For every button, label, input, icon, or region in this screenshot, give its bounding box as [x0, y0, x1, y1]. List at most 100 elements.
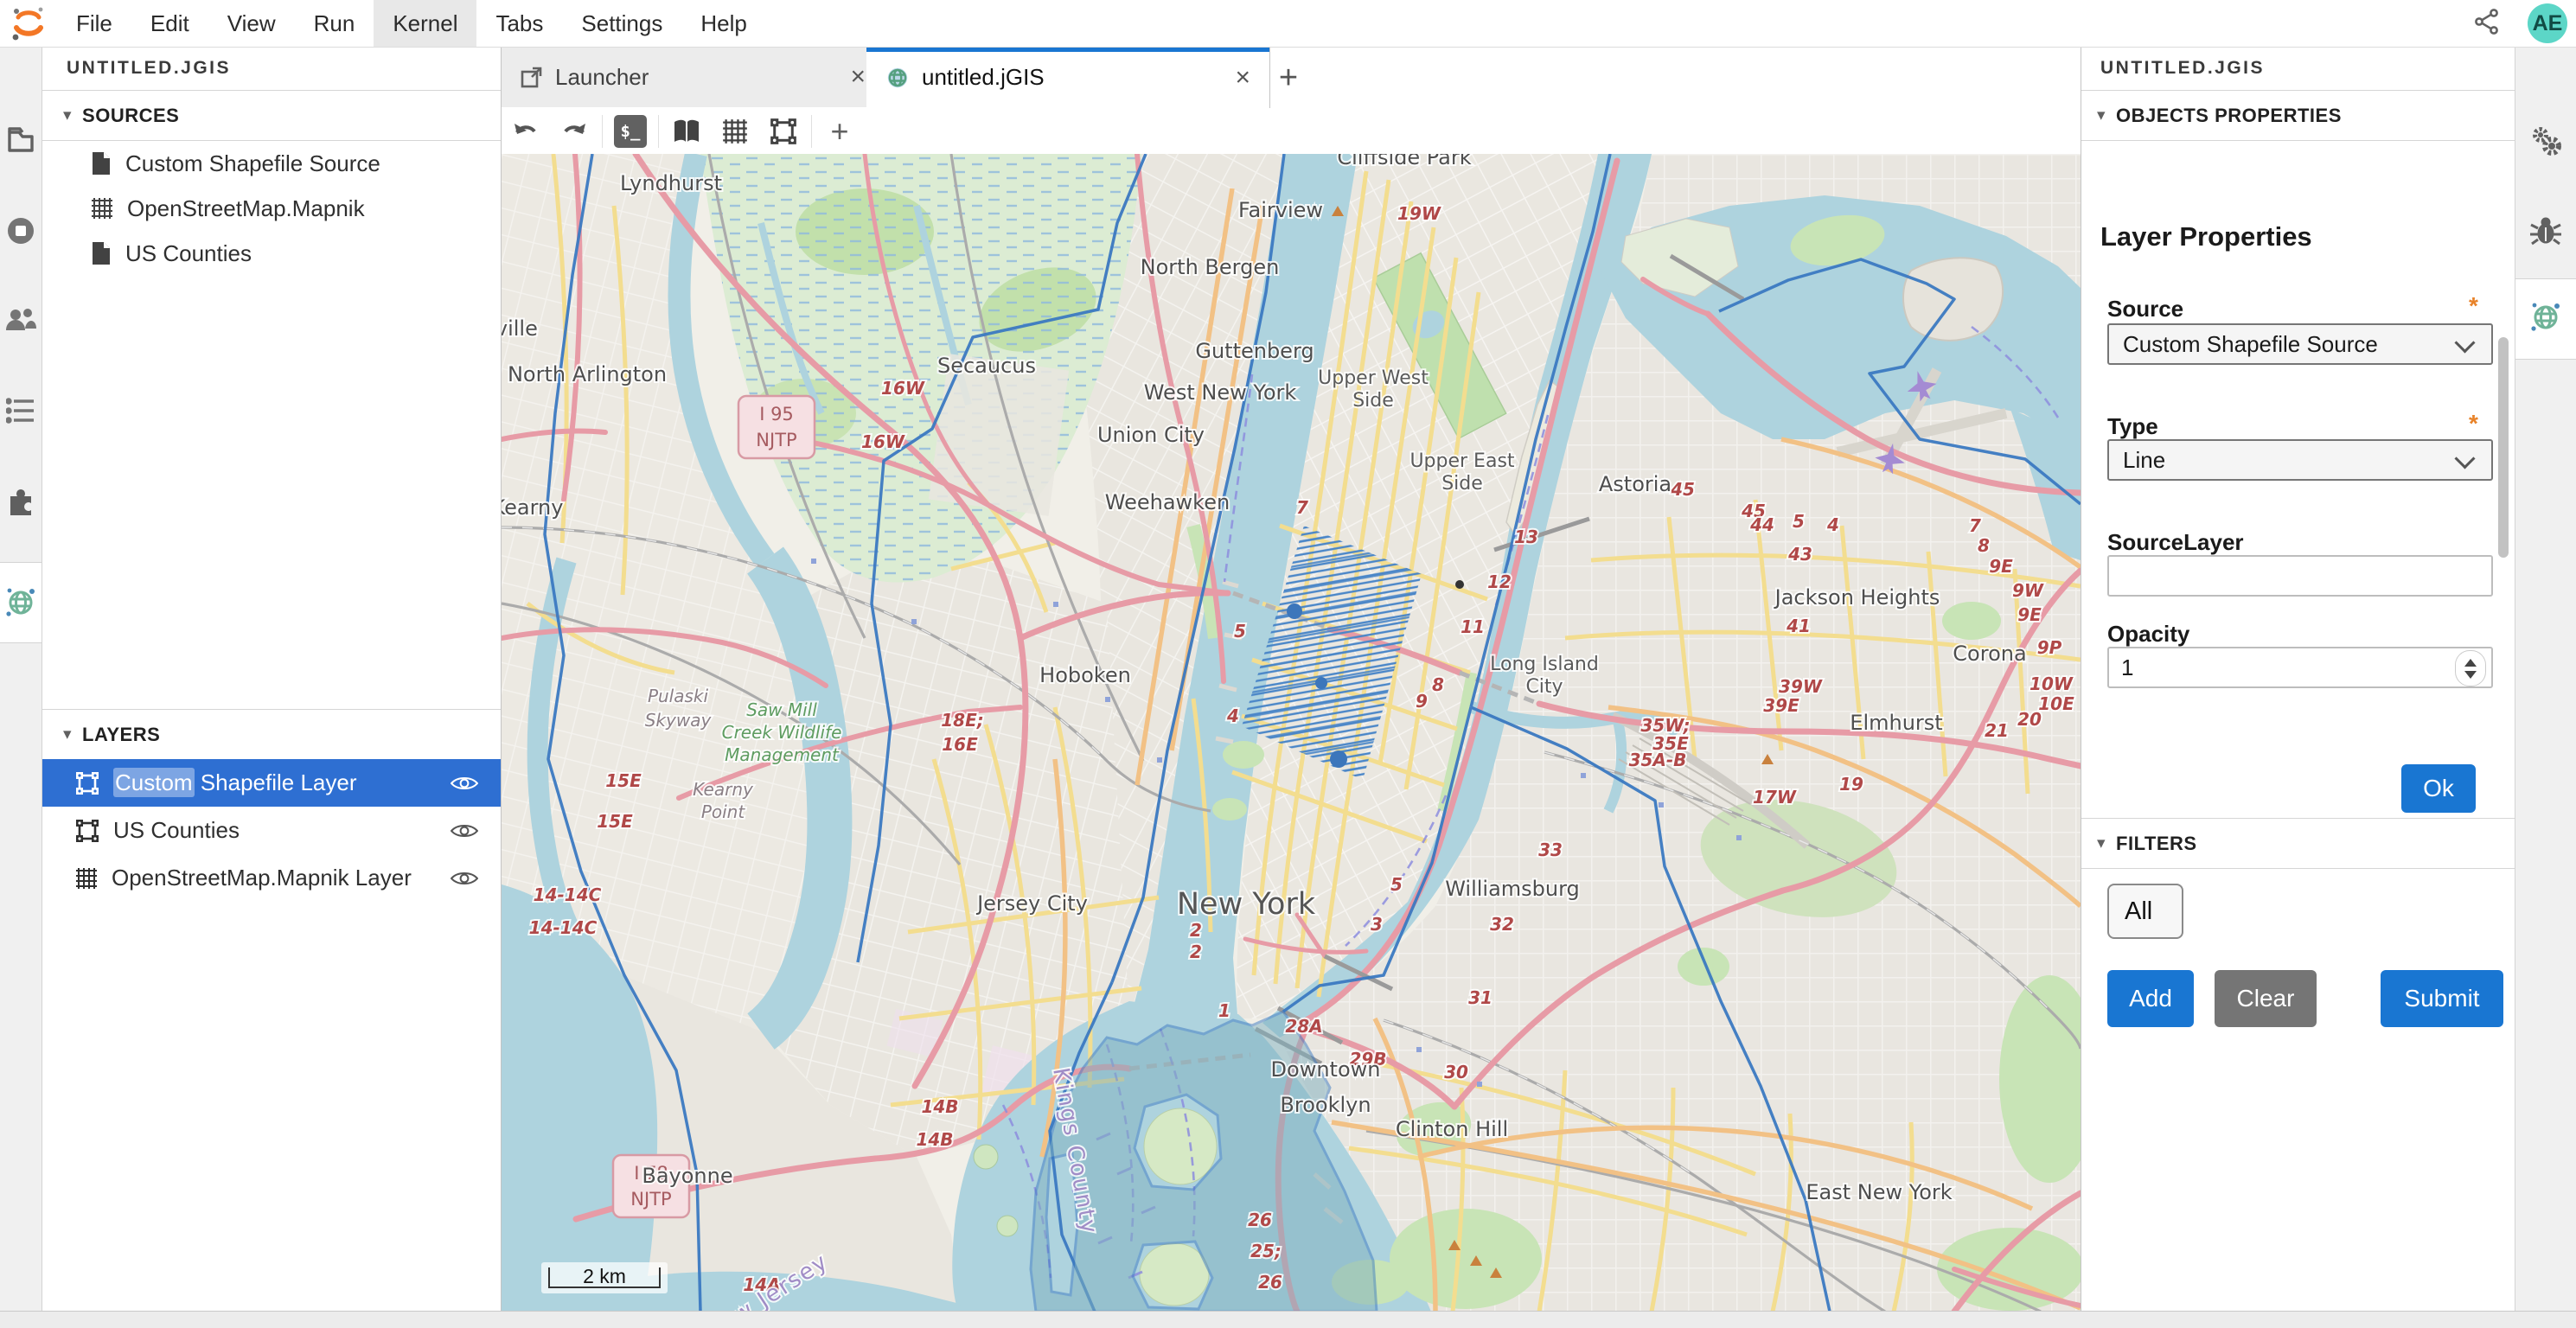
- required-asterisk: *: [2469, 292, 2478, 320]
- map-route-label: 39W: [1779, 676, 1823, 697]
- collaboration-icon[interactable]: [0, 306, 42, 334]
- map-route-label: 14B: [921, 1096, 958, 1117]
- layer-row-us-counties[interactable]: US Counties: [42, 807, 501, 854]
- add-filter-button[interactable]: Add: [2107, 970, 2194, 1027]
- objects-properties-header[interactable]: ▾ OBJECTS PROPERTIES: [2081, 91, 2515, 141]
- table-of-contents-icon[interactable]: [0, 398, 42, 424]
- map-toolbar: $_ +: [502, 108, 2081, 155]
- ok-button[interactable]: Ok: [2401, 764, 2476, 813]
- jupytergis-globe-icon[interactable]: [0, 584, 42, 619]
- stepper-up-icon[interactable]: [2464, 659, 2477, 667]
- new-tab-button[interactable]: +: [1266, 55, 1311, 100]
- menu-help[interactable]: Help: [681, 0, 765, 47]
- map-place-label: Pulaski: [648, 686, 709, 706]
- visibility-eye-icon[interactable]: [451, 822, 478, 840]
- map-place-label: North Arlington: [508, 362, 667, 386]
- map-route-label: 32: [1490, 914, 1514, 935]
- opacity-stepper[interactable]: [2455, 650, 2486, 686]
- type-select-value: Line: [2123, 447, 2165, 474]
- map-place-label: Secaucus: [937, 354, 1036, 378]
- extensions-icon[interactable]: [0, 488, 42, 519]
- visibility-eye-icon[interactable]: [451, 775, 478, 792]
- map-route-label: 31: [1468, 987, 1493, 1008]
- scale-label: 2 km: [541, 1265, 668, 1288]
- status-bar: [0, 1311, 2576, 1328]
- menu-kernel[interactable]: Kernel: [374, 0, 476, 47]
- add-toolbar-item-button[interactable]: +: [815, 112, 864, 150]
- running-sessions-icon[interactable]: [0, 215, 42, 246]
- map-route-label: 9W: [2012, 580, 2044, 601]
- map-place-label: Side: [1352, 390, 1394, 412]
- tab-label: Launcher: [555, 64, 649, 91]
- map-place-label: Saw Mill: [746, 699, 817, 720]
- menu-file[interactable]: File: [57, 0, 131, 47]
- source-item-us-counties[interactable]: US Counties: [42, 231, 501, 276]
- menu-view[interactable]: View: [208, 0, 295, 47]
- source-select[interactable]: Custom Shapefile Source: [2107, 323, 2493, 365]
- new-raster-layer-button[interactable]: [711, 112, 759, 150]
- menu-tabs[interactable]: Tabs: [476, 0, 562, 47]
- map-route-label: 35A-B: [1629, 750, 1687, 770]
- map-place-label: Kearny: [693, 779, 754, 800]
- map-place-label: Bayonne: [642, 1164, 732, 1188]
- debugger-bug-icon[interactable]: [2515, 216, 2576, 246]
- map-route-label: 3: [1371, 914, 1383, 935]
- map-place-label: Downtown: [1271, 1057, 1381, 1082]
- redo-button[interactable]: [550, 112, 598, 150]
- map-route-label: 16W: [881, 378, 925, 399]
- map-route-label: 14-14C: [534, 884, 602, 905]
- property-inspector-icon[interactable]: [2515, 124, 2576, 157]
- identify-console-button[interactable]: $_: [606, 112, 655, 150]
- menu-edit[interactable]: Edit: [131, 0, 208, 47]
- stepper-down-icon[interactable]: [2464, 671, 2477, 679]
- clear-filter-button[interactable]: Clear: [2215, 970, 2317, 1027]
- map-place-label: Skyway: [645, 710, 713, 731]
- sourcelayer-input[interactable]: [2107, 555, 2493, 597]
- sources-section-header[interactable]: ▾ SOURCES: [42, 91, 501, 141]
- vector-layer-icon: [770, 118, 797, 145]
- map-place-label: Hoboken: [1039, 663, 1131, 687]
- map-route-label: 44: [1749, 514, 1774, 535]
- map-canvas[interactable]: I 95 NJTP I 78 NJTP 19W16W16W18E;16E15E1…: [502, 154, 2081, 1312]
- visibility-eye-icon[interactable]: [451, 870, 478, 887]
- layers-section-header[interactable]: ▾ LAYERS: [42, 709, 501, 760]
- terminal-icon: $_: [614, 115, 647, 148]
- layer-row-custom-shapefile[interactable]: Custom Shapefile Layer: [42, 759, 501, 807]
- menu-run[interactable]: Run: [295, 0, 374, 47]
- new-vector-layer-button[interactable]: [759, 112, 808, 150]
- panel-scrollbar[interactable]: [2498, 337, 2509, 558]
- right-sidebar-panel: UNTITLED.JGIS ▾ OBJECTS PROPERTIES Layer…: [2081, 47, 2515, 1312]
- layer-row-openstreetmap[interactable]: OpenStreetMap.Mapnik Layer: [42, 854, 501, 902]
- map-route-label: 41: [1786, 616, 1811, 636]
- type-field-label: Type: [2107, 413, 2158, 440]
- user-avatar[interactable]: AE: [2528, 3, 2567, 43]
- close-tab-icon[interactable]: ×: [1235, 63, 1250, 93]
- jupytergis-globe-icon[interactable]: [2515, 299, 2576, 334]
- basemap-gallery-button[interactable]: [662, 112, 711, 150]
- type-select[interactable]: Line: [2107, 439, 2493, 481]
- map-place-label: Williamsburg: [1445, 877, 1580, 901]
- filters-section-header[interactable]: ▾ FILTERS: [2081, 819, 2515, 869]
- tab-launcher[interactable]: Launcher ×: [502, 47, 885, 107]
- close-tab-icon[interactable]: ×: [850, 62, 866, 92]
- raster-grid-icon: [722, 118, 748, 144]
- map-place-label: Side: [1441, 473, 1483, 495]
- filter-logic-select[interactable]: All: [2107, 884, 2183, 939]
- layer-label-highlight: Custom: [113, 768, 195, 797]
- form-heading: Layer Properties: [2100, 221, 2312, 252]
- sources-header-label: SOURCES: [82, 105, 179, 127]
- map-scale-bar: 2 km: [541, 1262, 668, 1293]
- map-route-label: 5: [1793, 511, 1805, 532]
- source-item-openstreetmap[interactable]: OpenStreetMap.Mapnik: [42, 186, 501, 231]
- map-route-label: 17W: [1753, 787, 1797, 808]
- undo-button[interactable]: [502, 112, 550, 150]
- svg-text:NJTP: NJTP: [630, 1189, 671, 1210]
- source-item-custom-shapefile[interactable]: Custom Shapefile Source: [42, 141, 501, 186]
- share-icon[interactable]: [2472, 7, 2502, 41]
- submit-filter-button[interactable]: Submit: [2381, 970, 2503, 1027]
- menu-settings[interactable]: Settings: [562, 0, 681, 47]
- svg-text:I 95: I 95: [759, 404, 794, 425]
- tab-untitled-jgis[interactable]: untitled.jGIS ×: [866, 47, 1270, 108]
- opacity-input[interactable]: [2107, 647, 2493, 688]
- file-browser-icon[interactable]: [0, 124, 42, 154]
